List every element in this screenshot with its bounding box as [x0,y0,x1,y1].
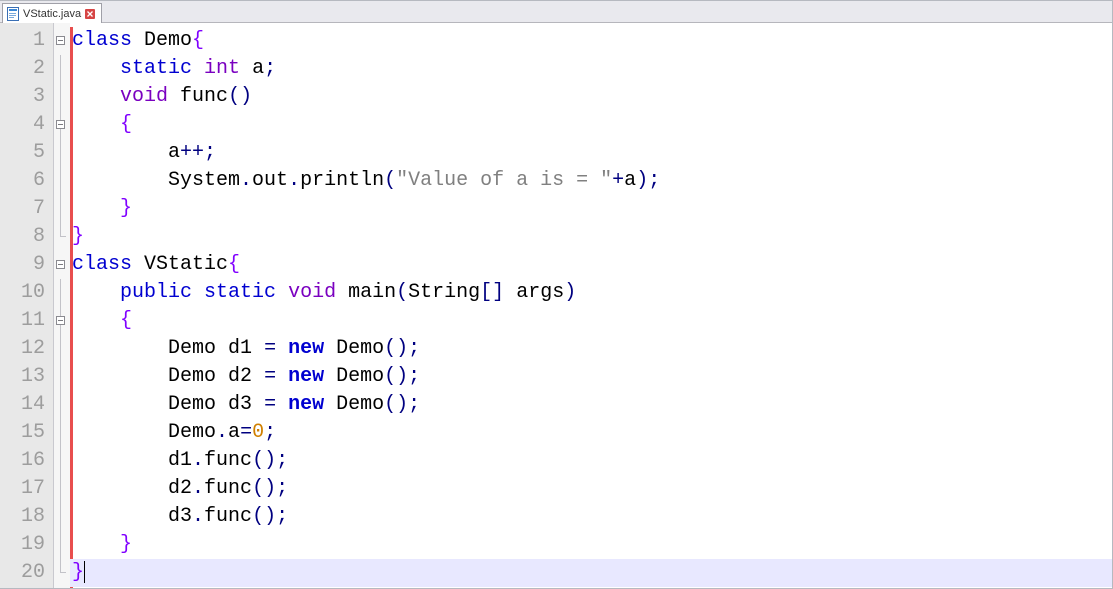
close-icon[interactable] [85,9,95,19]
line-number: 9 [0,251,53,279]
editor-window: VStatic.java 1 2 3 4 5 6 7 8 9 10 11 12 … [0,0,1113,589]
code-line[interactable]: System.out.println("Value of a is = "+a)… [70,167,1112,195]
code-line-current[interactable]: } [70,559,1112,587]
line-number: 10 [0,279,53,307]
line-number: 6 [0,167,53,195]
code-line[interactable]: void func() [70,83,1112,111]
editor-area[interactable]: 1 2 3 4 5 6 7 8 9 10 11 12 13 14 15 16 1… [0,23,1112,588]
line-number: 4 [0,111,53,139]
line-number: 18 [0,503,53,531]
line-number: 17 [0,475,53,503]
code-line[interactable]: } [70,531,1112,559]
fold-toggle-icon[interactable] [56,260,65,269]
code-line[interactable]: class VStatic{ [70,251,1112,279]
code-line[interactable]: d3.func(); [70,503,1112,531]
line-number: 20 [0,559,53,587]
line-number: 16 [0,447,53,475]
code-line[interactable]: d2.func(); [70,475,1112,503]
line-number: 8 [0,223,53,251]
line-number: 19 [0,531,53,559]
code-line[interactable]: Demo d1 = new Demo(); [70,335,1112,363]
code-area[interactable]: class Demo{ static int a; void func() { … [70,23,1112,588]
file-tab-vstatic[interactable]: VStatic.java [2,3,102,23]
line-number: 1 [0,27,53,55]
code-line[interactable]: public static void main(String[] args) [70,279,1112,307]
code-line[interactable]: d1.func(); [70,447,1112,475]
code-line[interactable]: static int a; [70,55,1112,83]
code-line[interactable]: Demo d3 = new Demo(); [70,391,1112,419]
code-line[interactable]: Demo d2 = new Demo(); [70,363,1112,391]
code-line[interactable]: } [70,195,1112,223]
code-line[interactable]: class Demo{ [70,27,1112,55]
line-number: 14 [0,391,53,419]
line-number: 5 [0,139,53,167]
fold-column [54,23,70,588]
line-number: 7 [0,195,53,223]
line-number: 3 [0,83,53,111]
line-number: 2 [0,55,53,83]
code-line[interactable]: Demo.a=0; [70,419,1112,447]
code-line[interactable]: } [70,223,1112,251]
file-icon [7,7,19,21]
fold-toggle-icon[interactable] [56,36,65,45]
line-number: 15 [0,419,53,447]
caret-icon [84,561,85,583]
line-number: 13 [0,363,53,391]
fold-toggle-icon[interactable] [56,316,65,325]
code-line[interactable]: a++; [70,139,1112,167]
line-number: 11 [0,307,53,335]
code-line[interactable]: { [70,111,1112,139]
tab-bar: VStatic.java [0,1,1112,23]
fold-toggle-icon[interactable] [56,120,65,129]
code-line[interactable]: { [70,307,1112,335]
line-number: 12 [0,335,53,363]
line-number-gutter: 1 2 3 4 5 6 7 8 9 10 11 12 13 14 15 16 1… [0,23,54,588]
file-tab-label: VStatic.java [23,8,81,20]
